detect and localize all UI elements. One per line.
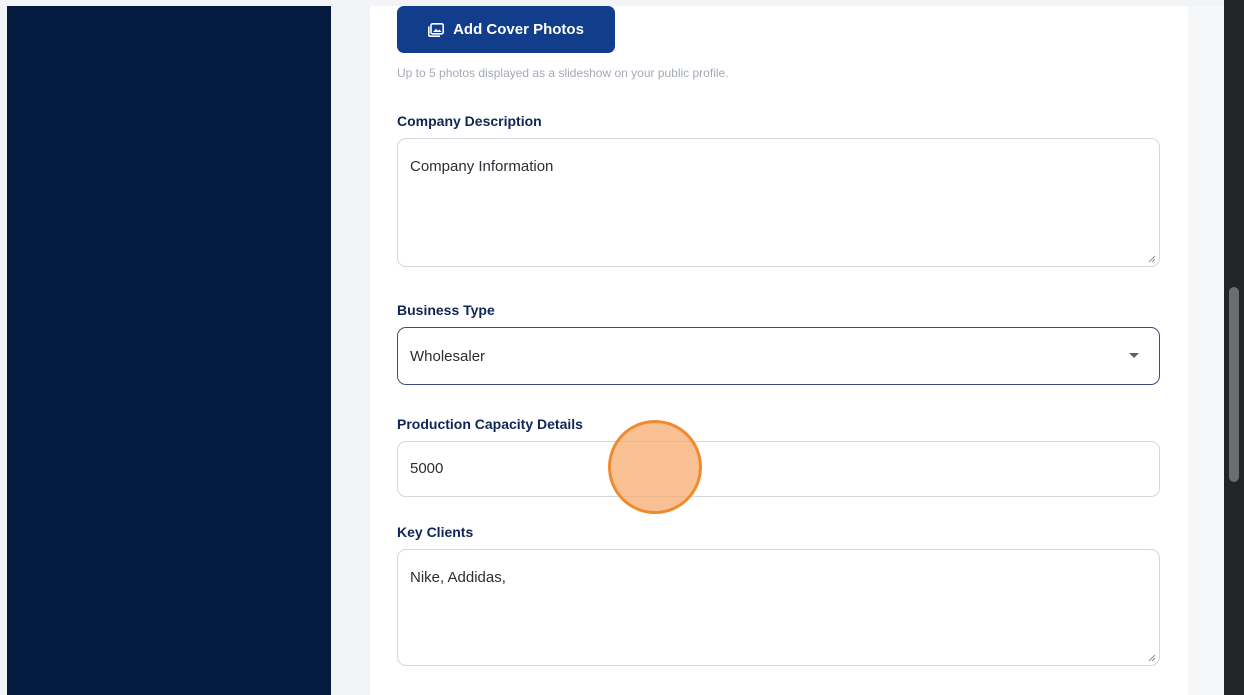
- business-type-label: Business Type: [397, 302, 495, 318]
- key-clients-value: Nike, Addidas,: [410, 569, 506, 586]
- resize-handle-icon[interactable]: [1147, 254, 1156, 263]
- production-capacity-input[interactable]: 5000: [397, 441, 1160, 497]
- business-type-select[interactable]: Wholesaler: [397, 327, 1160, 385]
- sidebar: [7, 6, 331, 695]
- business-type-value: Wholesaler: [410, 348, 486, 365]
- production-capacity-label: Production Capacity Details: [397, 416, 583, 432]
- right-gutter: [1188, 6, 1224, 695]
- company-description-value: Company Information: [410, 158, 554, 175]
- key-clients-textarea[interactable]: Nike, Addidas,: [397, 549, 1160, 666]
- cover-photos-hint: Up to 5 photos displayed as a slideshow …: [397, 66, 729, 80]
- left-edge: [0, 6, 7, 695]
- add-cover-photos-label: Add Cover Photos: [453, 21, 584, 38]
- company-description-label: Company Description: [397, 113, 542, 129]
- add-cover-photos-button[interactable]: Add Cover Photos: [397, 6, 615, 53]
- production-capacity-value: 5000: [410, 460, 444, 477]
- resize-handle-icon[interactable]: [1147, 653, 1156, 662]
- photo-gallery-icon: [428, 22, 445, 37]
- dropdown-caret-icon: [1129, 353, 1139, 358]
- key-clients-label: Key Clients: [397, 524, 474, 540]
- company-description-textarea[interactable]: Company Information: [397, 138, 1160, 267]
- scrollbar-thumb[interactable]: [1229, 287, 1239, 482]
